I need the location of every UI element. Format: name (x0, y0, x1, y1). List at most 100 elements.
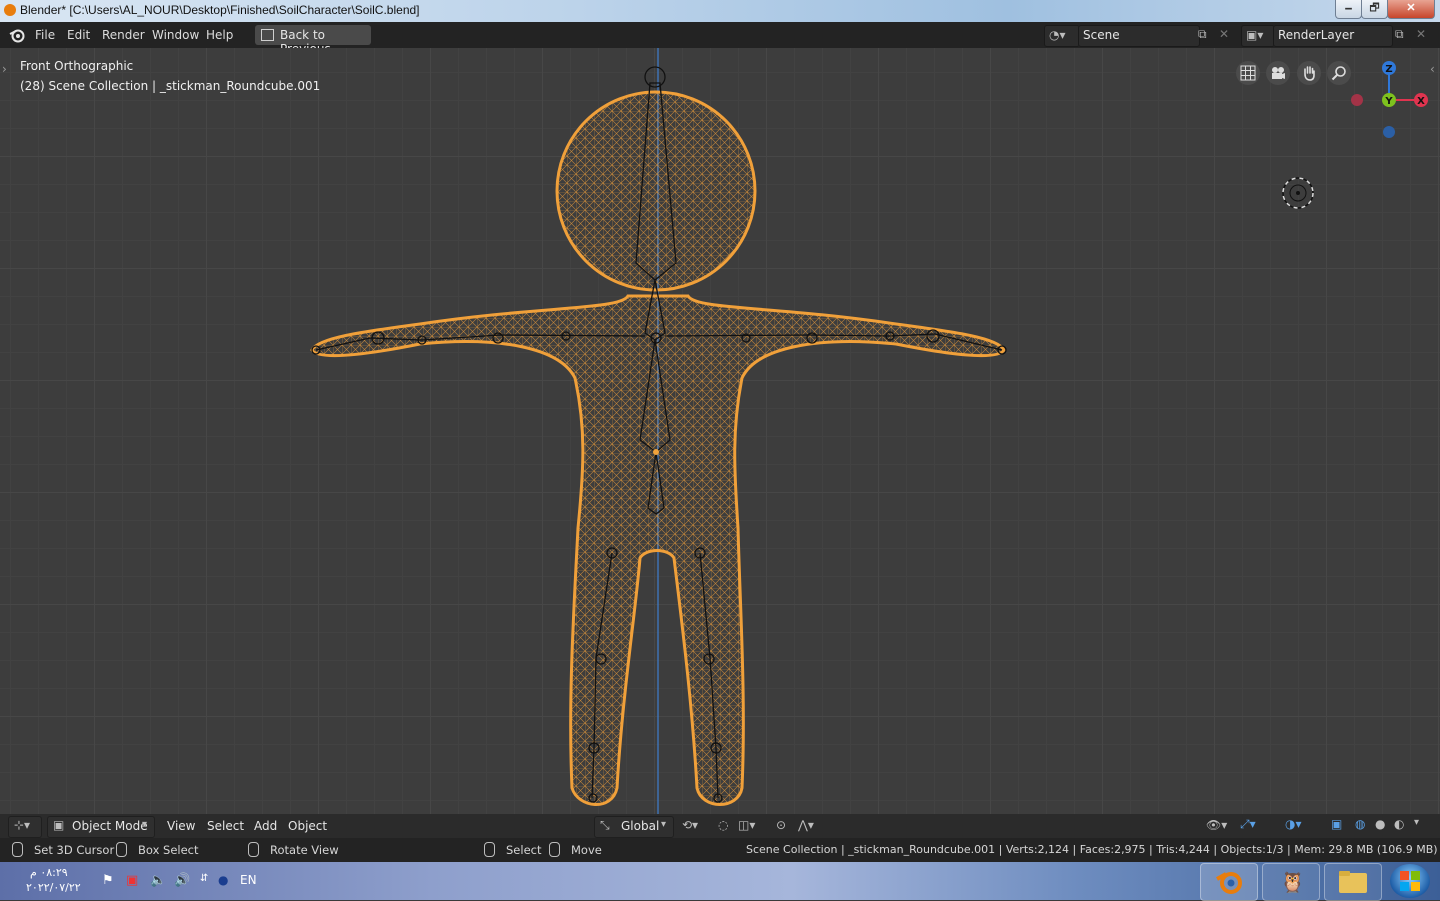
camera-view-button[interactable] (1266, 61, 1290, 85)
snap-target-icon[interactable]: ◫▾ (738, 818, 755, 832)
hint-move: Move (571, 843, 602, 857)
mode-dropdown[interactable]: ▣ Object Mode ▾ (47, 816, 155, 838)
chevron-down-icon: ▾ (142, 819, 148, 830)
mouse-drag-icon (116, 842, 127, 857)
shading-options-icon[interactable]: ▾ (1414, 817, 1419, 828)
pivot-point-icon[interactable]: ⟲▾ (682, 818, 698, 832)
header-menu-select[interactable]: Select (207, 816, 244, 836)
volume-icon[interactable]: 🔊 (174, 873, 190, 888)
blender-logo-icon[interactable] (9, 27, 25, 43)
back-icon (261, 29, 274, 41)
viewport-header: ⊹▾ ▣ Object Mode ▾ View Select Add Objec… (0, 814, 1440, 838)
zoom-icon (1331, 66, 1346, 81)
svg-text:Z: Z (1385, 64, 1392, 75)
xray-toggle-icon[interactable]: ▣ (1331, 817, 1342, 831)
3d-cursor-icon (1282, 177, 1314, 209)
start-button[interactable] (1390, 864, 1430, 898)
folder-icon (1339, 871, 1367, 893)
taskbar-app-button[interactable]: 🦉 (1262, 863, 1320, 901)
scene-name: Scene (1083, 28, 1120, 42)
transform-orientation-label: Global (621, 819, 660, 833)
proportional-edit-icon[interactable]: ⊙ (776, 818, 786, 832)
object-origin (653, 449, 659, 455)
hand-icon (1304, 66, 1315, 81)
chevron-down-icon: ▾ (661, 819, 667, 830)
blender-app-icon (4, 4, 16, 16)
overlay-toggle-icon[interactable]: ◑▾ (1285, 817, 1302, 831)
render-layer-name: RenderLayer (1278, 28, 1355, 42)
render-layer-browse-dropdown[interactable]: ▣▾ (1241, 25, 1275, 47)
network-icon[interactable]: ▣ (126, 873, 138, 888)
minimize-button[interactable]: 🗕 (1335, 0, 1362, 19)
head-mesh (555, 90, 757, 292)
character-wireframe[interactable] (0, 48, 1440, 814)
header-menu-view[interactable]: View (167, 816, 195, 836)
render-layer-icon: ▣▾ (1246, 28, 1264, 42)
gizmo-neg-z-axis[interactable] (1383, 126, 1395, 138)
gizmo-neg-x-axis[interactable] (1351, 94, 1363, 106)
new-scene-icon[interactable]: ⧉ (1198, 27, 1207, 42)
navigation-gizmo[interactable]: Z X Y (1346, 54, 1436, 144)
mouse-left-icon (12, 842, 23, 857)
mouse-right-drag-icon (549, 842, 560, 857)
3d-viewport[interactable]: Front Orthographic (28) Scene Collection… (0, 48, 1440, 814)
menu-render[interactable]: Render (102, 28, 145, 42)
gizmo-toggle-icon[interactable]: ⤢▾ (1240, 817, 1256, 832)
render-layer-name-field[interactable]: RenderLayer (1273, 25, 1393, 47)
show-hidden-icons-icon[interactable]: ⇵ (200, 873, 208, 884)
solid-shading-icon[interactable]: ● (1375, 817, 1385, 831)
top-menu-bar: File Edit Render Window Help Back to Pre… (0, 22, 1440, 56)
mouse-middle-icon (248, 842, 259, 857)
mouse-right-icon (484, 842, 495, 857)
windows-logo-icon (1400, 871, 1420, 891)
pan-view-button[interactable] (1297, 61, 1321, 85)
blender-icon (1216, 872, 1242, 894)
visibility-icon[interactable]: 👁▾ (1206, 818, 1227, 832)
orientation-icon: ⤡ (600, 818, 610, 832)
taskbar-blender-button[interactable] (1200, 863, 1258, 901)
window-title: Blender* [C:\Users\AL_NOUR\Desktop\Finis… (20, 3, 420, 17)
delete-render-layer-icon[interactable]: ✕ (1416, 27, 1426, 41)
maximize-button[interactable]: 🗗 (1361, 0, 1388, 19)
app-mascot-icon: 🦉 (1280, 870, 1305, 894)
hint-rotate-view: Rotate View (270, 843, 339, 857)
svg-text:X: X (1417, 96, 1425, 107)
grid-icon (1240, 65, 1256, 81)
taskbar-time[interactable]: ٠٨:٢٩ م (30, 866, 68, 879)
taskbar-date[interactable]: ٢٠٢٢/٠٧/٢٢ (26, 881, 81, 894)
language-bar-icon[interactable]: ● (218, 873, 228, 887)
editor-type-dropdown[interactable]: ⊹▾ (8, 816, 42, 838)
material-shading-icon[interactable]: ◐ (1394, 817, 1404, 831)
menu-help[interactable]: Help (206, 28, 233, 42)
taskbar-explorer-button[interactable] (1324, 863, 1382, 901)
menu-window[interactable]: Window (152, 28, 199, 42)
transform-orientation-dropdown[interactable]: ⤡ Global ▾ (594, 816, 674, 838)
hint-select: Select (506, 843, 542, 857)
wireframe-shading-icon[interactable]: ◍ (1355, 817, 1365, 831)
toggle-grid-button[interactable] (1236, 61, 1260, 85)
new-render-layer-icon[interactable]: ⧉ (1395, 27, 1404, 42)
windows-taskbar: ٠٨:٢٩ م ٢٠٢٢/٠٧/٢٢ ⚑ ▣ 🔈 🔊 ⇵ ● EN 🦉 (0, 862, 1440, 901)
falloff-icon[interactable]: ⋀▾ (798, 818, 814, 832)
speaker-icon[interactable]: 🔈 (150, 873, 166, 888)
header-menu-add[interactable]: Add (254, 816, 277, 836)
header-menu-object[interactable]: Object (288, 816, 327, 836)
scene-statistics: Scene Collection | _stickman_Roundcube.0… (746, 843, 1440, 856)
window-title-bar: Blender* [C:\Users\AL_NOUR\Desktop\Finis… (0, 0, 1440, 22)
close-button[interactable]: ✕ (1387, 0, 1435, 19)
scene-name-field[interactable]: Scene (1078, 25, 1200, 47)
hint-set-3d-cursor: Set 3D Cursor (34, 843, 115, 857)
delete-scene-icon[interactable]: ✕ (1219, 27, 1229, 41)
action-center-flag-icon[interactable]: ⚑ (102, 873, 114, 888)
menu-file[interactable]: File (35, 28, 55, 42)
object-mode-icon: ▣ (53, 818, 65, 832)
editor-type-icon: ⊹▾ (14, 818, 31, 832)
status-bar: Set 3D Cursor Box Select Rotate View Sel… (0, 838, 1440, 862)
menu-edit[interactable]: Edit (67, 28, 90, 42)
snap-icon[interactable]: ◌ (718, 818, 728, 832)
scene-browse-dropdown[interactable]: ◔▾ (1044, 25, 1080, 47)
language-indicator[interactable]: EN (240, 873, 257, 887)
back-to-previous-button[interactable]: Back to Previous (255, 25, 371, 56)
camera-icon (1272, 67, 1285, 79)
mode-label: Object Mode (72, 819, 148, 833)
